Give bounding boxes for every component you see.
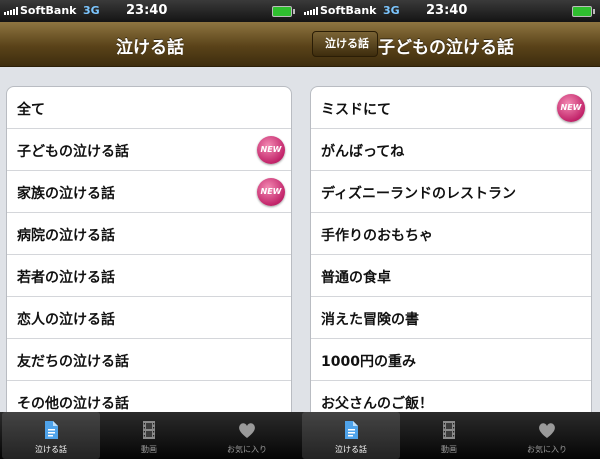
tab-label: お気に入り bbox=[227, 445, 267, 454]
tab-label: 動画 bbox=[441, 445, 457, 454]
list-item-label: 普通の食卓 bbox=[321, 270, 391, 286]
list-item[interactable]: 病院の泣ける話 bbox=[7, 213, 291, 255]
list-item[interactable]: 子どもの泣ける話 NEW bbox=[7, 129, 291, 171]
battery-icon bbox=[572, 6, 595, 17]
list-item[interactable]: 家族の泣ける話 NEW bbox=[7, 171, 291, 213]
list-item-label: ミスドにて bbox=[321, 102, 391, 118]
list-item-label: お父さんのご飯！ bbox=[321, 396, 433, 412]
film-icon bbox=[143, 421, 155, 439]
list-item-label: 子どもの泣ける話 bbox=[17, 144, 129, 160]
status-time: 23:40 bbox=[426, 3, 468, 18]
list-item[interactable]: 手作りのおもちゃ bbox=[311, 213, 591, 255]
list-item[interactable]: 1000円の重み bbox=[311, 339, 591, 381]
heart-icon bbox=[239, 423, 255, 438]
status-time: 23:40 bbox=[126, 3, 168, 18]
phone-screen-category-list: SoftBank 3G 23:40 泣ける話 全て 子どもの泣ける話 NEW 家族… bbox=[0, 0, 300, 459]
heart-icon bbox=[539, 423, 555, 438]
list-item-label: 病院の泣ける話 bbox=[17, 228, 115, 244]
network-type: 3G bbox=[83, 4, 100, 17]
battery-icon bbox=[272, 6, 295, 17]
new-badge: NEW bbox=[257, 178, 285, 206]
status-bar: SoftBank 3G 23:40 bbox=[300, 0, 600, 22]
new-badge: NEW bbox=[257, 136, 285, 164]
list-item[interactable]: ディズニーランドのレストラン bbox=[311, 171, 591, 213]
nav-title: 泣ける話 bbox=[116, 38, 184, 58]
tab-stories[interactable]: 泣ける話 bbox=[302, 412, 400, 459]
tab-favorites[interactable]: お気に入り bbox=[498, 412, 596, 459]
tab-favorites[interactable]: お気に入り bbox=[198, 412, 296, 459]
list-item-label: 若者の泣ける話 bbox=[17, 270, 115, 286]
list-item-label: 友だちの泣ける話 bbox=[17, 354, 129, 370]
list-item[interactable]: 全て bbox=[7, 87, 291, 129]
list-item-label: 全て bbox=[17, 102, 45, 118]
signal-icon bbox=[4, 7, 18, 15]
signal-icon bbox=[304, 7, 318, 15]
back-button[interactable]: 泣ける話 bbox=[312, 31, 378, 57]
tab-label: お気に入り bbox=[527, 445, 567, 454]
tab-stories[interactable]: 泣ける話 bbox=[2, 412, 100, 459]
carrier-name: SoftBank bbox=[320, 4, 377, 17]
navigation-bar: 泣ける話 子どもの泣ける話 bbox=[300, 22, 600, 67]
document-icon bbox=[45, 421, 58, 439]
list-item[interactable]: がんばってね bbox=[311, 129, 591, 171]
carrier-name: SoftBank bbox=[20, 4, 77, 17]
list-item-label: 恋人の泣ける話 bbox=[17, 312, 115, 328]
navigation-bar: 泣ける話 bbox=[0, 22, 300, 67]
list-item[interactable]: 若者の泣ける話 bbox=[7, 255, 291, 297]
list-item[interactable]: 恋人の泣ける話 bbox=[7, 297, 291, 339]
film-icon bbox=[443, 421, 455, 439]
back-button-label: 泣ける話 bbox=[325, 37, 369, 50]
document-icon bbox=[345, 421, 358, 439]
list-item-label: 1000円の重み bbox=[321, 354, 416, 370]
status-bar: SoftBank 3G 23:40 bbox=[0, 0, 300, 22]
new-badge: NEW bbox=[557, 94, 585, 122]
list-item-label: 手作りのおもちゃ bbox=[321, 228, 433, 244]
tab-label: 泣ける話 bbox=[35, 445, 67, 454]
list-item-label: 家族の泣ける話 bbox=[17, 186, 115, 202]
nav-title: 子どもの泣ける話 bbox=[378, 38, 514, 58]
tab-videos[interactable]: 動画 bbox=[100, 412, 198, 459]
list-item[interactable]: 友だちの泣ける話 bbox=[7, 339, 291, 381]
tab-bar: 泣ける話 動画 お気に入り bbox=[300, 412, 600, 459]
tab-bar: 泣ける話 動画 お気に入り bbox=[0, 412, 300, 459]
list-item-label: その他の泣ける話 bbox=[17, 396, 129, 412]
tab-videos[interactable]: 動画 bbox=[400, 412, 498, 459]
tab-label: 泣ける話 bbox=[335, 445, 367, 454]
list-item[interactable]: 普通の食卓 bbox=[311, 255, 591, 297]
list-item-label: 消えた冒険の書 bbox=[321, 312, 419, 328]
list-item-label: がんばってね bbox=[321, 144, 405, 160]
phone-screen-story-list: SoftBank 3G 23:40 泣ける話 子どもの泣ける話 ミスドにて NEW… bbox=[300, 0, 600, 459]
list-item-label: ディズニーランドのレストラン bbox=[321, 186, 517, 202]
screenshot: SoftBank 3G 23:40 泣ける話 全て 子どもの泣ける話 NEW 家族… bbox=[0, 0, 600, 459]
tab-label: 動画 bbox=[141, 445, 157, 454]
list-item[interactable]: 消えた冒険の書 bbox=[311, 297, 591, 339]
story-list: ミスドにて NEW がんばってね ディズニーランドのレストラン 手作りのおもちゃ … bbox=[310, 86, 592, 424]
network-type: 3G bbox=[383, 4, 400, 17]
category-list: 全て 子どもの泣ける話 NEW 家族の泣ける話 NEW 病院の泣ける話 若者の泣ける… bbox=[6, 86, 292, 424]
list-item[interactable]: ミスドにて NEW bbox=[311, 87, 591, 129]
